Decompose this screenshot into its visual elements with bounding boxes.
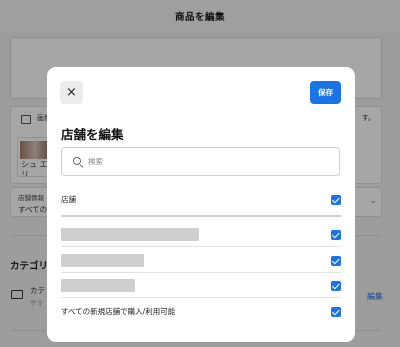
all-new-stores-checkbox[interactable] xyxy=(331,307,341,317)
store-row[interactable] xyxy=(61,223,341,247)
search-icon xyxy=(73,157,81,165)
store-name-redacted xyxy=(61,254,144,267)
search-input[interactable] xyxy=(88,153,328,170)
store-checkbox[interactable] xyxy=(331,256,341,266)
close-button[interactable]: × xyxy=(60,81,83,104)
store-checkbox[interactable] xyxy=(331,281,341,291)
row-divider xyxy=(61,272,341,273)
all-new-stores-row[interactable]: すべての新規店舗で購入/利用可能 xyxy=(61,300,341,324)
all-stores-label: 店舗 xyxy=(61,195,76,204)
row-divider xyxy=(61,297,341,298)
all-new-stores-label: すべての新規店舗で購入/利用可能 xyxy=(61,307,176,316)
store-name-redacted xyxy=(61,228,199,241)
store-row[interactable] xyxy=(61,249,341,273)
all-stores-checkbox[interactable] xyxy=(331,195,341,205)
search-field[interactable] xyxy=(61,147,340,176)
close-icon: × xyxy=(66,85,77,100)
all-stores-row[interactable]: 店舗 xyxy=(61,188,341,212)
store-row[interactable] xyxy=(61,274,341,298)
save-button[interactable]: 保存 xyxy=(310,81,341,104)
store-checkbox[interactable] xyxy=(331,230,341,240)
store-name-redacted xyxy=(61,279,135,292)
row-divider xyxy=(61,246,341,247)
edit-stores-modal: × 保存 店舗を編集 店舗 すべての新規店舗で購入/利用可能 xyxy=(47,67,355,342)
list-header-divider xyxy=(61,215,341,217)
modal-title: 店舗を編集 xyxy=(61,127,124,142)
